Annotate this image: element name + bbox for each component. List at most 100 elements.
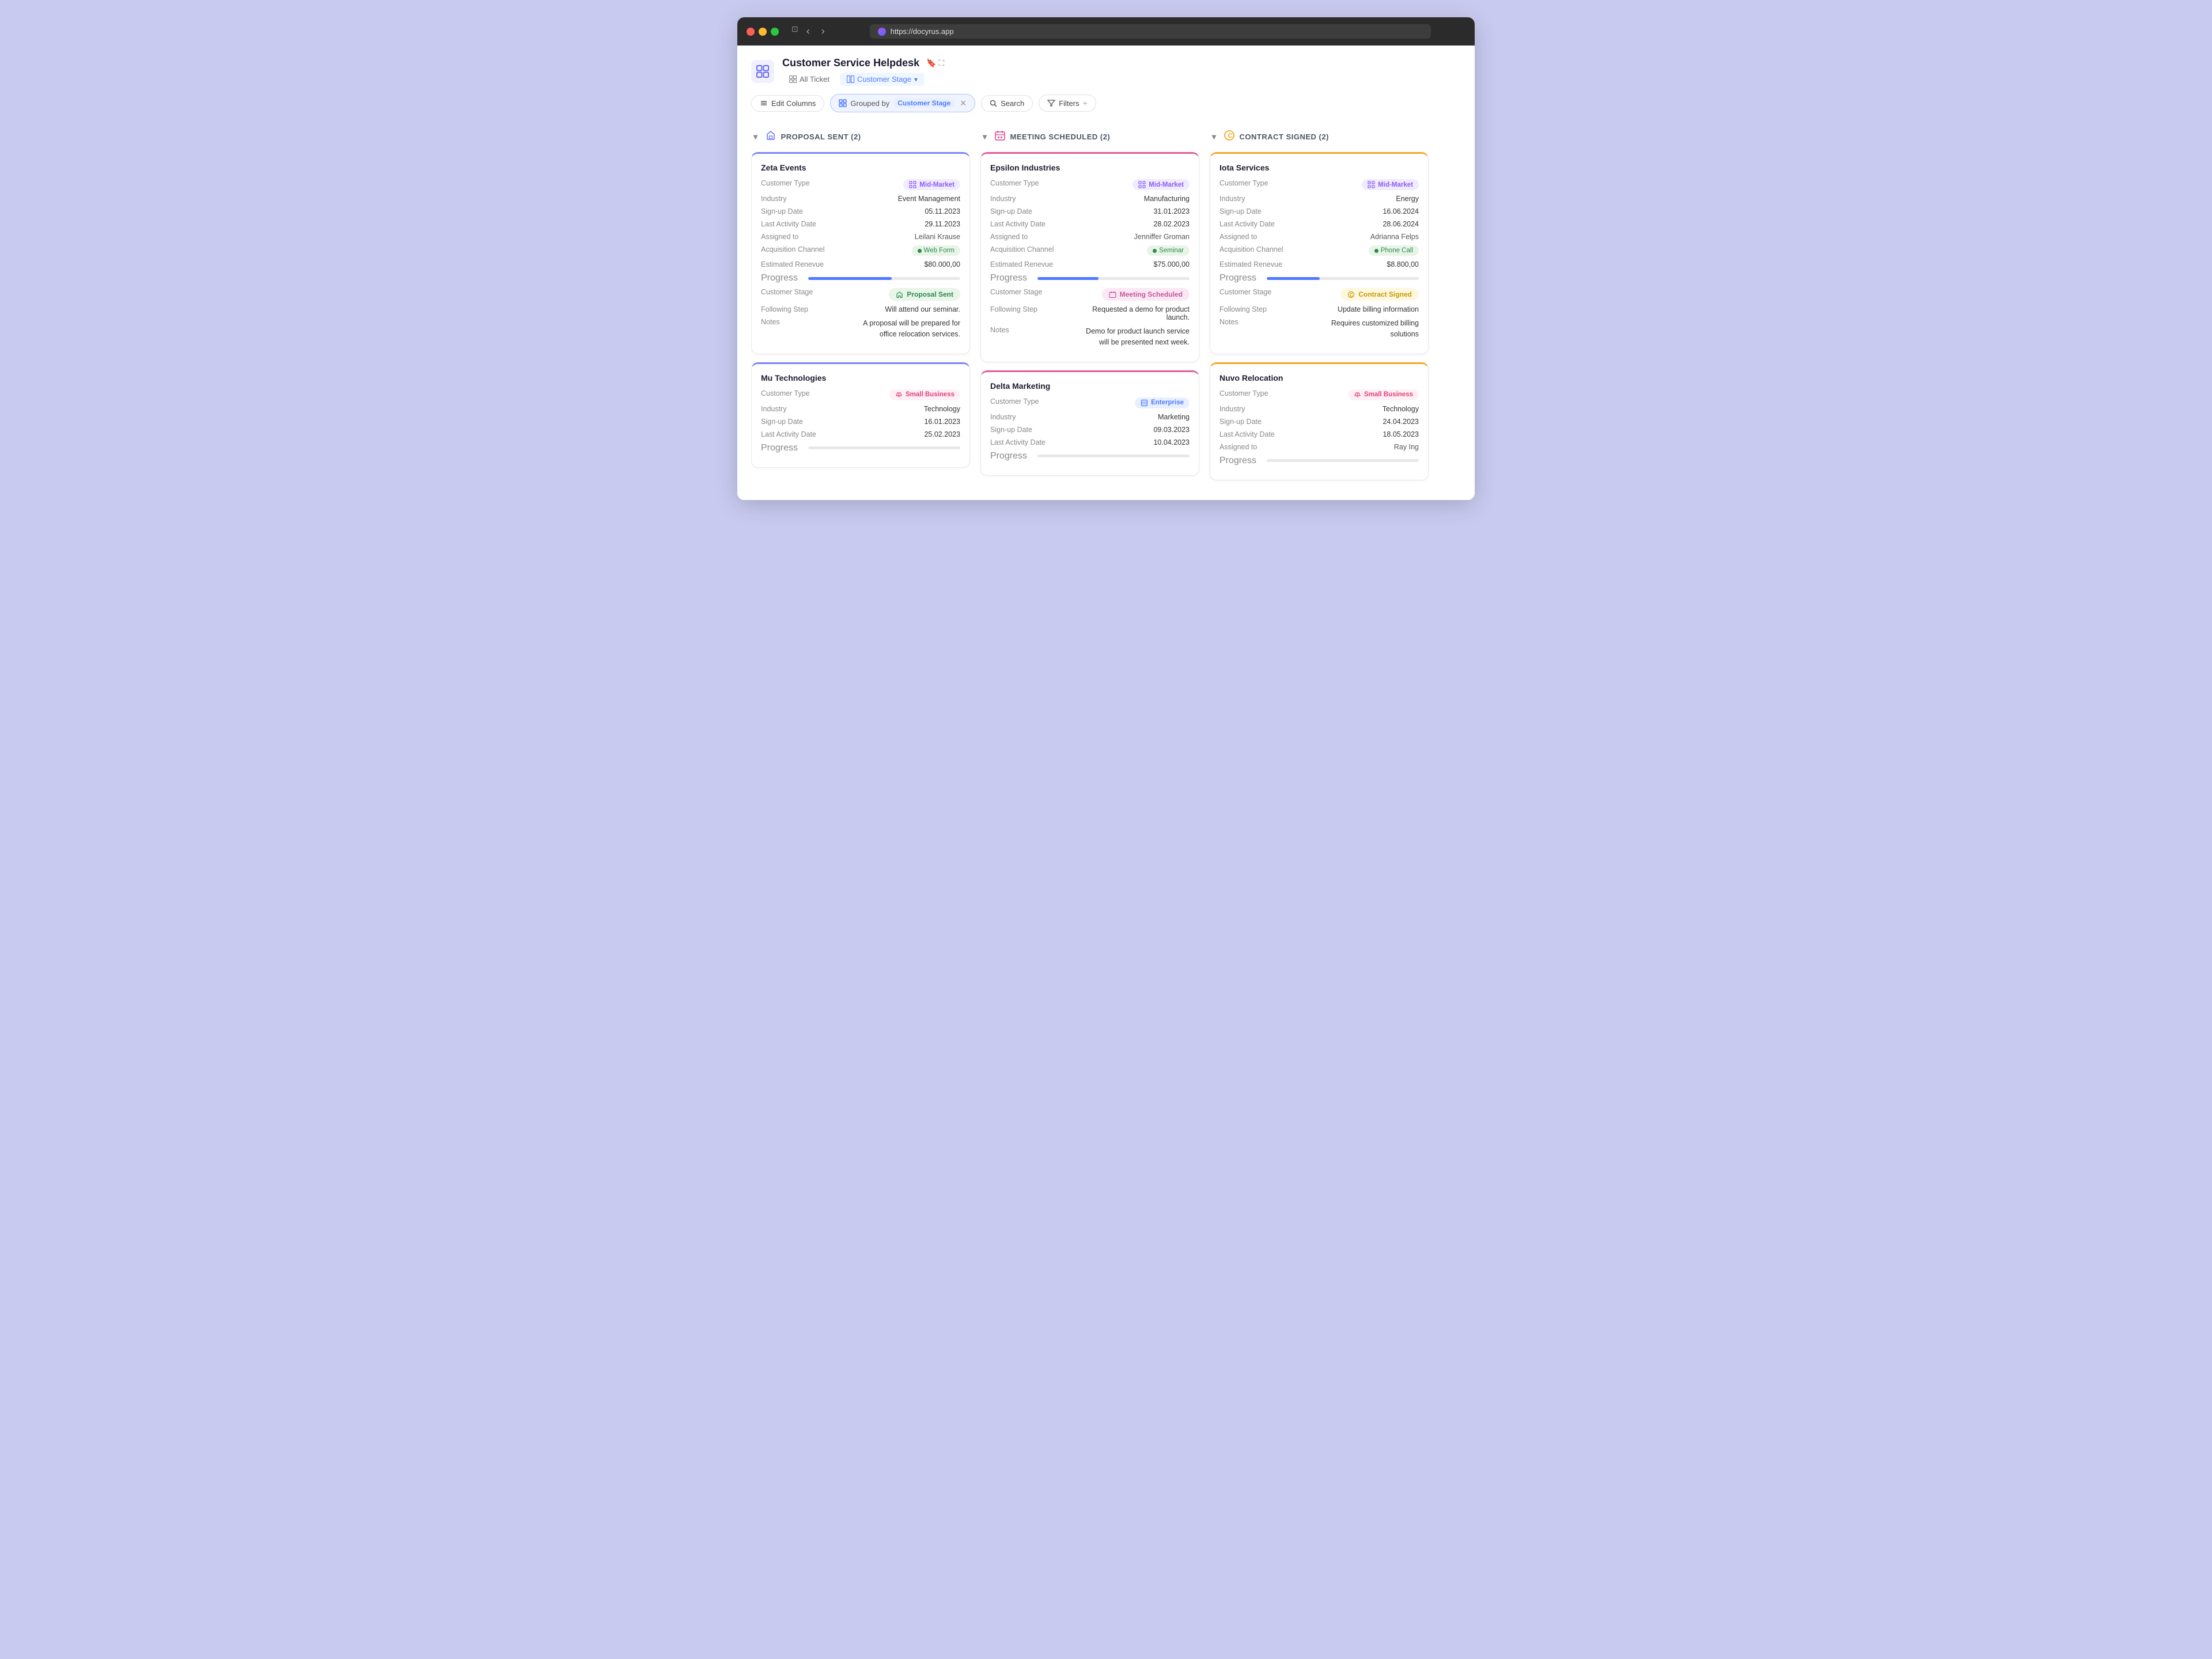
activity-value: 18.05.2023 bbox=[1382, 430, 1419, 438]
grouped-value-badge: Customer Stage bbox=[893, 98, 955, 108]
stage-badge: Proposal Sent bbox=[889, 288, 960, 301]
card-industry-row: Industry Energy bbox=[1219, 195, 1419, 203]
card-notes-row: Notes Requires customized billing soluti… bbox=[1219, 318, 1419, 340]
col-icon-meeting bbox=[994, 130, 1006, 144]
following-value: Requested a demo for product launch. bbox=[1074, 305, 1190, 321]
col-chevron-proposal[interactable]: ▾ bbox=[753, 132, 758, 142]
col-chevron-contract[interactable]: ▾ bbox=[1212, 132, 1217, 142]
filters-add-icon[interactable]: + bbox=[1083, 99, 1088, 108]
customer-type-badge: Small Business bbox=[889, 389, 960, 400]
industry-value: Technology bbox=[924, 405, 960, 413]
notes-label: Notes bbox=[761, 318, 780, 326]
app-icon bbox=[751, 60, 774, 83]
card-activity-row: Last Activity Date 25.02.2023 bbox=[761, 430, 960, 438]
activity-value: 10.04.2023 bbox=[1153, 438, 1190, 446]
revenue-value: $75.000,00 bbox=[1153, 260, 1190, 268]
card-assigned-row: Assigned to Adrianna Felps bbox=[1219, 233, 1419, 241]
col-icon-proposal bbox=[765, 130, 777, 144]
edit-columns-button[interactable]: Edit Columns bbox=[751, 95, 824, 112]
card-signup-row: Sign-up Date 16.06.2024 bbox=[1219, 207, 1419, 215]
card-type-row: Customer Type Mid-Market bbox=[761, 179, 960, 190]
assigned-label: Assigned to bbox=[1219, 233, 1257, 241]
card-stage-row: Customer Stage Meeting Scheduled bbox=[990, 288, 1190, 301]
progress-bar-bg bbox=[808, 277, 960, 280]
following-label: Following Step bbox=[990, 305, 1037, 313]
ticket-card[interactable]: Delta Marketing Customer Type Enterprise… bbox=[980, 370, 1199, 476]
ticket-card[interactable]: Zeta Events Customer Type Mid-Market Ind… bbox=[751, 152, 970, 354]
card-industry-row: Industry Technology bbox=[761, 405, 960, 413]
activity-label: Last Activity Date bbox=[761, 220, 816, 228]
activity-label: Last Activity Date bbox=[990, 438, 1046, 446]
grouped-by-label: Grouped by bbox=[850, 99, 889, 108]
notes-label: Notes bbox=[990, 326, 1009, 334]
customer-type-label: Customer Type bbox=[761, 179, 810, 187]
minimize-button[interactable] bbox=[759, 28, 767, 36]
maximize-button[interactable] bbox=[771, 28, 779, 36]
card-type-row: Customer Type Small Business bbox=[761, 389, 960, 400]
search-button[interactable]: Search bbox=[981, 95, 1033, 112]
acq-label: Acquisition Channel bbox=[1219, 245, 1283, 253]
card-revenue-row: Estimated Renevue $8.800,00 bbox=[1219, 260, 1419, 268]
industry-label: Industry bbox=[761, 405, 786, 413]
revenue-label: Estimated Renevue bbox=[990, 260, 1053, 268]
signup-value: 31.01.2023 bbox=[1153, 207, 1190, 215]
progress-label: Progress bbox=[990, 273, 1027, 283]
grouped-by-button[interactable]: Grouped by Customer Stage ✕ bbox=[830, 94, 975, 112]
ticket-card[interactable]: Epsilon Industries Customer Type Mid-Mar… bbox=[980, 152, 1199, 362]
stage-label: Customer Stage bbox=[1219, 288, 1271, 296]
customer-type-label: Customer Type bbox=[1219, 389, 1268, 397]
nav-buttons: ⊡ ‹ › bbox=[791, 24, 828, 39]
back-button[interactable]: ‹ bbox=[803, 24, 813, 39]
browser-chrome: ⊡ ‹ › https://docyrus.app bbox=[737, 17, 1475, 46]
signup-value: 16.01.2023 bbox=[924, 418, 960, 426]
remove-group-button[interactable]: ✕ bbox=[960, 99, 967, 108]
card-assigned-row: Assigned to Leilani Krause bbox=[761, 233, 960, 241]
revenue-label: Estimated Renevue bbox=[1219, 260, 1282, 268]
industry-label: Industry bbox=[761, 195, 786, 203]
card-signup-row: Sign-up Date 16.01.2023 bbox=[761, 418, 960, 426]
card-company: Nuvo Relocation bbox=[1219, 373, 1419, 382]
card-type-row: Customer Type Mid-Market bbox=[990, 179, 1190, 190]
col-title-proposal: PROPOSAL SENT (2) bbox=[781, 132, 861, 141]
close-button[interactable] bbox=[747, 28, 755, 36]
card-revenue-row: Estimated Renevue $75.000,00 bbox=[990, 260, 1190, 268]
card-type-row: Customer Type Enterprise bbox=[990, 397, 1190, 408]
ticket-card[interactable]: Iota Services Customer Type Mid-Market I… bbox=[1210, 152, 1429, 354]
card-activity-row: Last Activity Date 28.02.2023 bbox=[990, 220, 1190, 228]
ticket-card[interactable]: Nuvo Relocation Customer Type Small Busi… bbox=[1210, 362, 1429, 480]
progress-bar-fill bbox=[808, 277, 892, 280]
browser-window: ⊡ ‹ › https://docyrus.app Customer Ser bbox=[737, 17, 1475, 500]
app-header: Customer Service Helpdesk 🔖 ⛶ All Ticket… bbox=[751, 57, 1461, 86]
address-bar[interactable]: https://docyrus.app bbox=[870, 24, 1431, 39]
tab-customer-stage[interactable]: Customer Stage ▾ bbox=[840, 73, 925, 86]
sidebar-toggle-icon[interactable]: ⊡ bbox=[791, 24, 798, 39]
industry-value: Manufacturing bbox=[1144, 195, 1190, 203]
revenue-value: $80.000,00 bbox=[924, 260, 960, 268]
acq-badge: Web Form bbox=[912, 245, 960, 256]
progress-label: Progress bbox=[761, 443, 798, 453]
notes-value: Demo for product launch service will be … bbox=[1074, 326, 1190, 348]
progress-bar-bg bbox=[1037, 277, 1190, 280]
acq-label: Acquisition Channel bbox=[990, 245, 1054, 253]
activity-label: Last Activity Date bbox=[761, 430, 816, 438]
card-type-row: Customer Type Mid-Market bbox=[1219, 179, 1419, 190]
tab-all-ticket[interactable]: All Ticket bbox=[782, 73, 836, 86]
industry-label: Industry bbox=[990, 195, 1016, 203]
col-chevron-meeting[interactable]: ▾ bbox=[983, 132, 987, 142]
progress-label: Progress bbox=[990, 451, 1027, 461]
app-title-icons: 🔖 ⛶ bbox=[926, 58, 944, 68]
kanban-col-contract: ▾ C CONTRACT SIGNED (2) Iota Services Cu… bbox=[1210, 124, 1429, 488]
ticket-card[interactable]: Mu Technologies Customer Type Small Busi… bbox=[751, 362, 970, 468]
following-label: Following Step bbox=[761, 305, 808, 313]
activity-value: 28.02.2023 bbox=[1153, 220, 1190, 228]
acq-badge: Phone Call bbox=[1369, 245, 1419, 256]
filters-button[interactable]: Filters + bbox=[1039, 94, 1096, 112]
industry-label: Industry bbox=[1219, 195, 1245, 203]
card-stage-row: Customer Stage CContract Signed bbox=[1219, 288, 1419, 301]
forward-button[interactable]: › bbox=[818, 24, 828, 39]
card-company: Zeta Events bbox=[761, 163, 960, 172]
customer-type-badge: Mid-Market bbox=[1132, 179, 1190, 190]
customer-type-label: Customer Type bbox=[761, 389, 810, 397]
assigned-value: Jenniffer Groman bbox=[1134, 233, 1190, 241]
card-industry-row: Industry Marketing bbox=[990, 413, 1190, 421]
